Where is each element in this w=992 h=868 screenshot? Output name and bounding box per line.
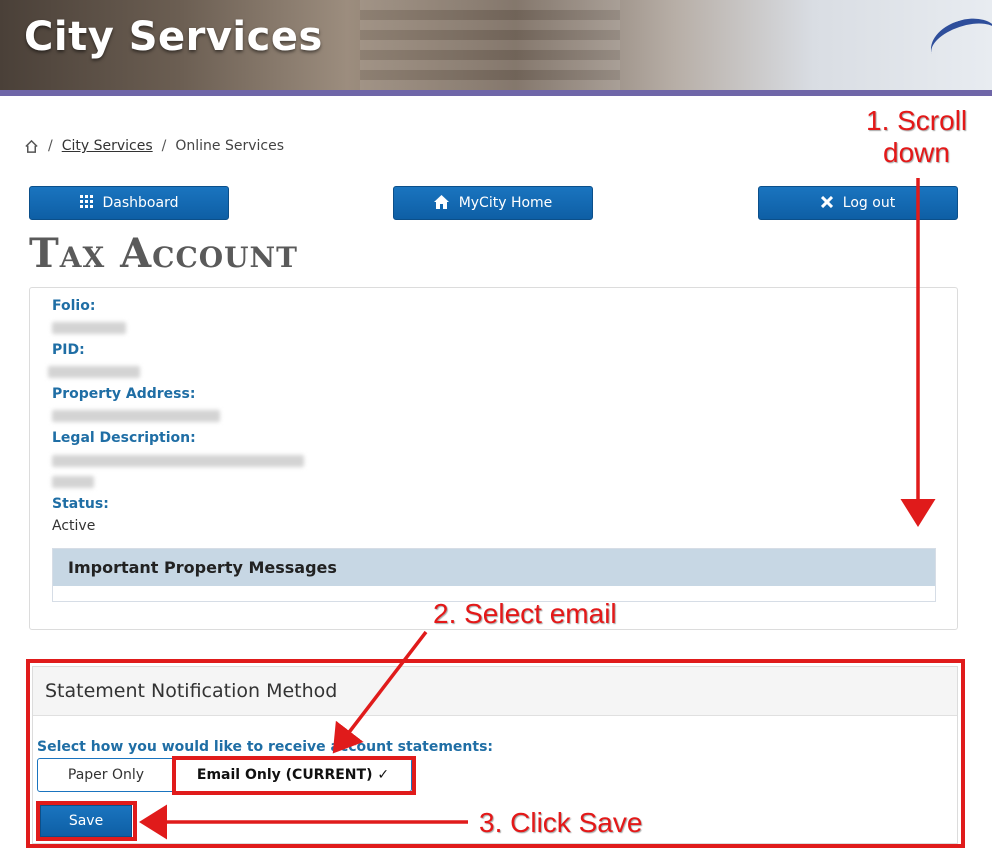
select-email-arrow [332, 630, 428, 754]
annotation-arrows [139, 178, 936, 840]
